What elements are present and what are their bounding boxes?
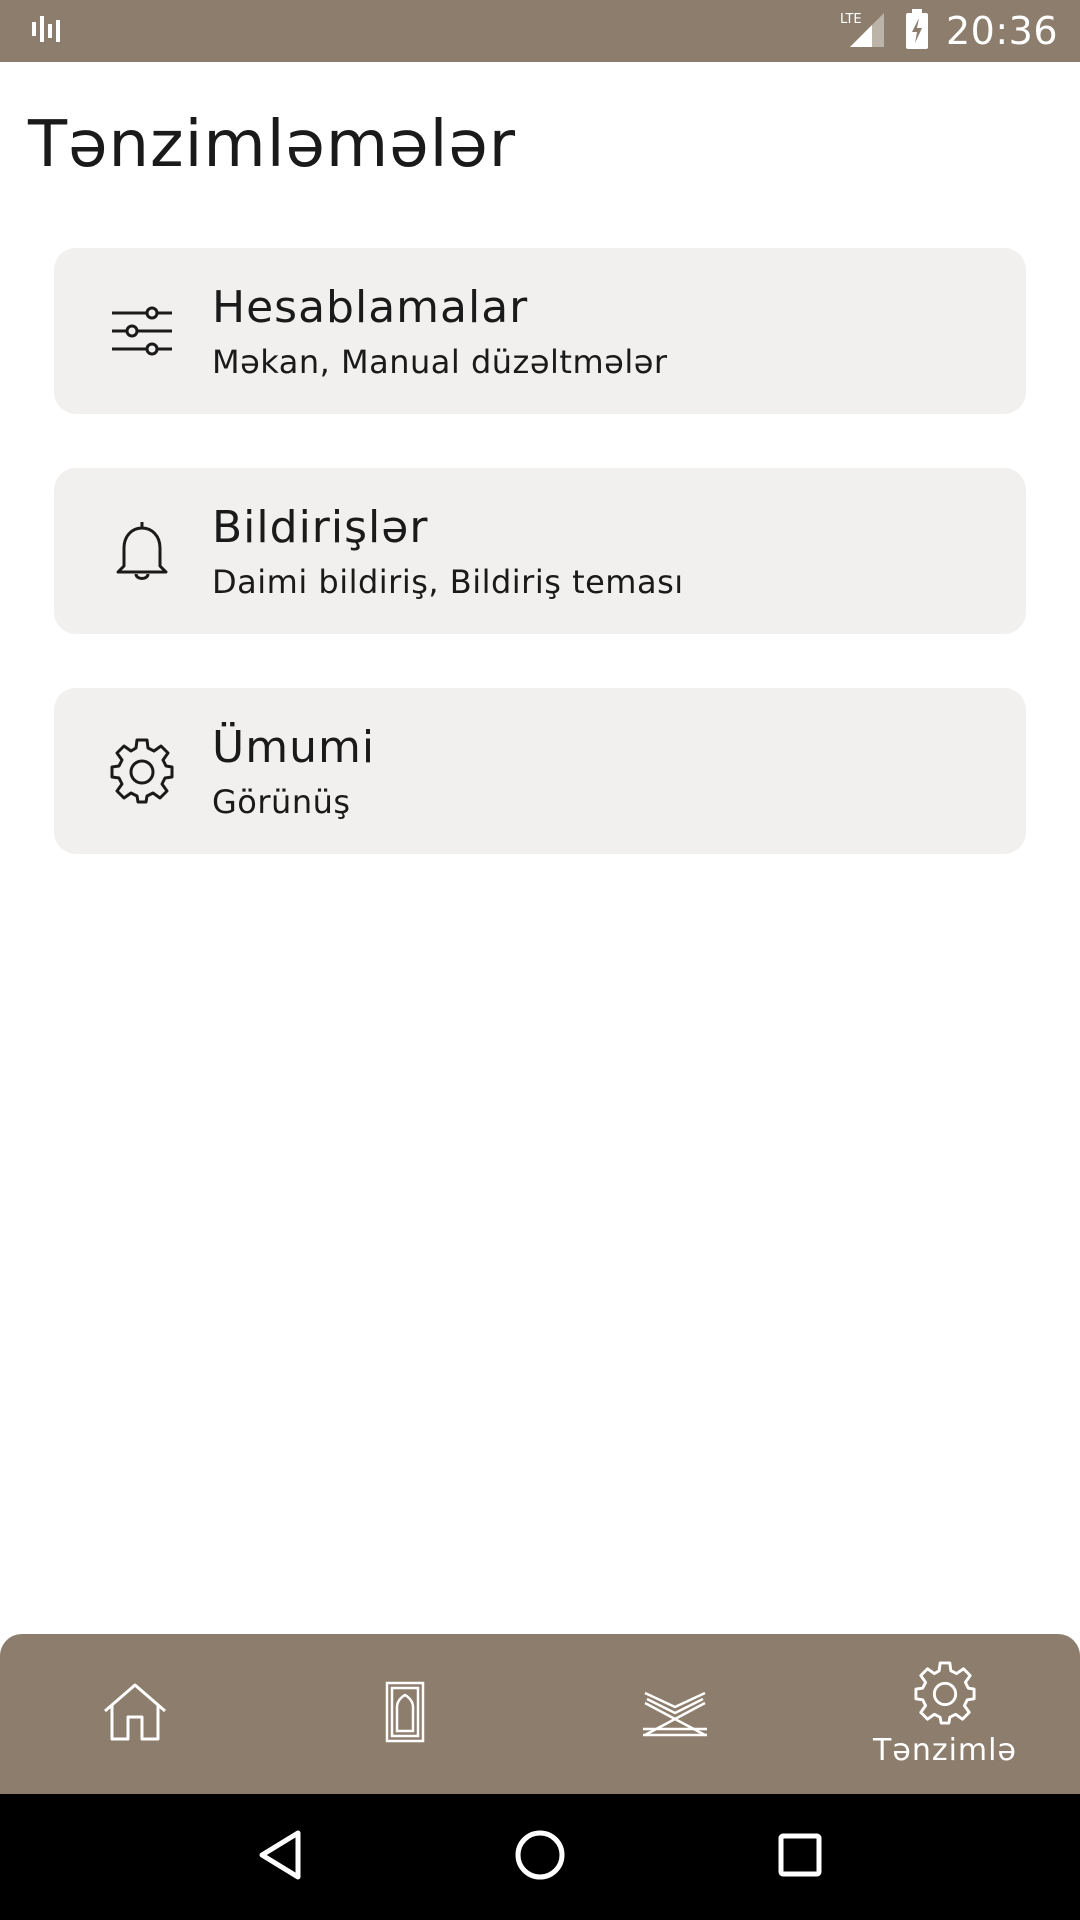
- svg-text:LTE: LTE: [840, 12, 862, 27]
- prayer-rug-icon: [383, 1679, 427, 1749]
- settings-screen: LTE 20:36 Tənzimləmələr Hesablamalar Mək…: [0, 0, 1080, 1920]
- nav-settings-label: Tənzimlə: [873, 1732, 1017, 1768]
- battery-charging-icon: [904, 9, 930, 53]
- card-subtitle: Daimi bildiriş, Bildiriş teması: [212, 563, 684, 601]
- quran-stand-icon: [641, 1685, 709, 1743]
- recents-icon: [777, 1832, 823, 1882]
- page-title: Tənzimləmələr: [28, 108, 517, 182]
- nav-quran[interactable]: [540, 1634, 810, 1794]
- card-subtitle: Görünüş: [212, 783, 351, 821]
- signal-bars-icon: [30, 12, 66, 52]
- status-bar: LTE 20:36: [0, 0, 1080, 62]
- back-button[interactable]: [235, 1812, 325, 1902]
- nav-home[interactable]: [0, 1634, 270, 1794]
- gear-icon: [96, 725, 188, 817]
- status-right: LTE 20:36: [838, 0, 1058, 62]
- back-icon: [256, 1829, 304, 1885]
- recents-button[interactable]: [755, 1812, 845, 1902]
- home-icon: [102, 1681, 168, 1747]
- gear-icon: [913, 1660, 977, 1729]
- settings-card-notifications[interactable]: Bildirişlər Daimi bildiriş, Bildiriş tem…: [54, 468, 1026, 634]
- lte-signal-icon: LTE: [838, 9, 888, 53]
- card-title: Ümumi: [212, 722, 376, 773]
- nav-settings[interactable]: Tənzimlə: [810, 1634, 1080, 1794]
- settings-list: Hesablamalar Məkan, Manual düzəltmələr B…: [54, 248, 1026, 908]
- bottom-nav: Tənzimlə: [0, 1634, 1080, 1794]
- settings-card-general[interactable]: Ümumi Görünüş: [54, 688, 1026, 854]
- nav-prayer[interactable]: [270, 1634, 540, 1794]
- home-circle-icon: [513, 1828, 567, 1886]
- sliders-icon: [96, 285, 188, 377]
- card-title: Hesablamalar: [212, 282, 529, 333]
- status-time: 20:36: [945, 9, 1058, 53]
- settings-card-calculations[interactable]: Hesablamalar Məkan, Manual düzəltmələr: [54, 248, 1026, 414]
- system-nav: [0, 1794, 1080, 1920]
- home-button[interactable]: [495, 1812, 585, 1902]
- card-title: Bildirişlər: [212, 502, 429, 553]
- card-subtitle: Məkan, Manual düzəltmələr: [212, 343, 668, 381]
- bell-icon: [96, 505, 188, 597]
